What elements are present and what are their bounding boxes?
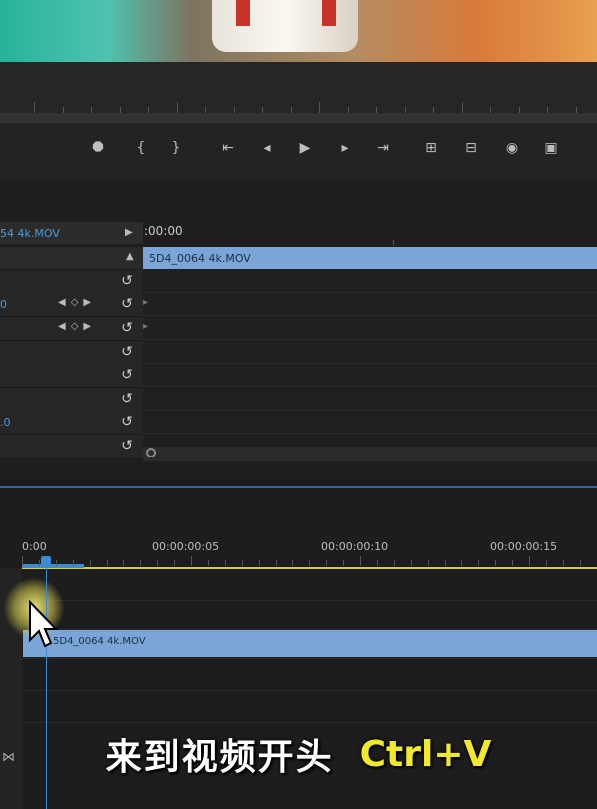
monitor-time-ruler[interactable] [0,62,597,120]
step-back-icon[interactable]: ◂ [257,138,277,158]
track-divider [22,658,597,659]
timeline-tick [174,560,176,566]
timeline-tick [275,560,277,566]
timeline-tick [512,560,514,566]
reset-icon[interactable]: ↺ [118,272,136,290]
timeline-tick [309,560,311,566]
effect-clip-name: 54 4k.MOV [0,227,60,240]
timeline-timecode-15: 00:00:00:15 [490,540,558,553]
keyframe-row-line [143,315,597,316]
keyframe-row-line [143,363,597,364]
timeline-tick [545,560,547,566]
reset-icon[interactable]: ↺ [118,343,136,361]
subtitle-text: 来到视频开头 [105,737,334,778]
track-divider [22,722,597,723]
subtitle-shortcut: Ctrl+V [359,733,492,775]
timeline-timecode-0: 0:00 [22,540,47,553]
step-forward-icon[interactable]: ▸ [335,138,355,158]
marker-icon[interactable]: ⯃ [88,138,108,158]
reset-icon[interactable]: ↺ [118,295,136,313]
timeline-timecode-10: 00:00:00:10 [321,540,389,553]
track-divider [22,600,597,601]
compare-icon[interactable]: ▣ [541,138,561,158]
track-divider [22,690,597,691]
mark-in-icon[interactable]: { [131,138,151,158]
effect-scrollbar[interactable] [143,447,597,461]
effect-keyframe-area[interactable] [143,270,597,445]
keyframe-row-line [143,339,597,340]
go-to-in-icon[interactable]: ⇤ [218,138,238,158]
keyframe-navigator-icon[interactable]: ◀◇▶ [58,321,96,332]
reset-icon[interactable]: ↺ [118,319,136,337]
timeline-tick [55,560,57,566]
keyframe-row-line [143,292,597,293]
timeline-tick [495,560,497,566]
effect-section-header[interactable] [0,247,143,269]
playhead-handle[interactable] [41,556,51,566]
timeline-timecode-5: 00:00:00:05 [152,540,220,553]
timeline-tick [224,560,226,566]
keyframe-navigator-icon[interactable]: ◀◇▶ [58,297,96,308]
export-frame-icon[interactable]: ◉ [502,138,522,158]
timeline-tick [461,560,463,566]
reset-icon[interactable]: ↺ [118,413,136,431]
work-area-bar[interactable] [22,567,597,569]
timeline-tick [207,560,209,566]
timeline-tick [106,560,108,566]
effect-property-value[interactable]: 0 [0,298,7,311]
mark-out-icon[interactable]: } [166,138,186,158]
reset-icon[interactable]: ↺ [118,366,136,384]
in-out-range[interactable] [22,564,84,568]
timeline-tick [241,560,243,566]
extract-icon[interactable]: ⊟ [461,138,481,158]
expand-arrow-icon[interactable]: ▶ [125,227,133,238]
effect-timecode: :00:00 [144,224,183,238]
timeline-tick [393,560,395,566]
keyframe-row-line [143,410,597,411]
monitor-zoom-bar[interactable] [0,113,597,123]
go-to-out-icon[interactable]: ⇥ [373,138,393,158]
reset-icon[interactable]: ↺ [118,437,136,455]
collapse-arrow-icon[interactable]: ▲ [126,251,134,262]
timeline-tick [478,560,480,566]
timeline-tick [72,560,74,566]
effect-property-value[interactable]: .0 [0,416,11,429]
keyframe-arrow-icon[interactable]: ▸ [143,297,148,308]
mouse-cursor-icon [28,599,59,654]
timeline-tick [326,560,328,566]
subtitle-caption: 来到视频开头 Ctrl+V [0,726,597,782]
timeline-tick [343,560,345,566]
timeline-tick [258,560,260,566]
keyframe-arrow-icon[interactable]: ▸ [143,321,148,332]
timeline-tick [89,560,91,566]
timeline-tick [427,560,429,566]
preview-object [212,0,358,52]
effect-clip-label: 5D4_0064 4k.MOV [149,252,251,265]
ruler-tick [393,240,394,246]
timeline-tick [360,556,361,566]
timeline-tick [529,556,530,566]
play-icon[interactable]: ▶ [295,138,315,158]
keyframe-row-line [143,457,597,458]
keyframe-row-line [143,386,597,387]
timeline-tick [410,560,412,566]
timeline-tick [22,556,23,566]
timeline-tick [292,560,294,566]
timeline-tick [562,560,564,566]
lift-icon[interactable]: ⊞ [421,138,441,158]
timeline-tick [376,560,378,566]
video-preview [0,0,597,62]
timeline-tick [579,560,581,566]
timeline-clip-label: 5D4_0064 4k.MOV [53,636,146,647]
timeline-tick [38,560,40,566]
timeline-tick [123,560,125,566]
reset-icon[interactable]: ↺ [118,390,136,408]
timeline-tick [444,560,446,566]
keyframe-row-line [143,433,597,434]
timeline-tick [140,560,142,566]
timeline-tick [191,556,192,566]
timeline-tick [157,560,159,566]
